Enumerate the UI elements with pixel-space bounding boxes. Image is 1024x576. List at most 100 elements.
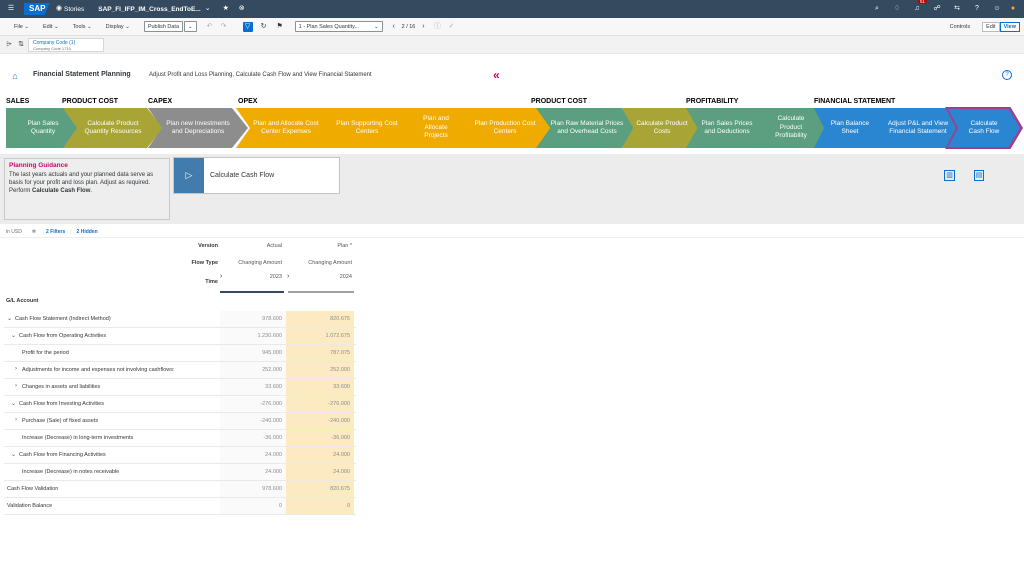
planning-guidance-panel: Planning Guidance The last years actuals… bbox=[4, 158, 170, 220]
guidance-text: The last years actuals and your planned … bbox=[9, 172, 154, 195]
process-flow: Plan Sales Quantity Calculate Product Qu… bbox=[0, 107, 1024, 150]
table-row[interactable]: Increase (Decrease) in notes receivable … bbox=[4, 464, 356, 481]
publish-dropdown-icon[interactable]: ⌄ bbox=[184, 21, 197, 32]
group-label-opex: OPEX bbox=[238, 98, 258, 105]
chevron-right-icon[interactable]: › bbox=[15, 383, 17, 389]
swap-icon[interactable]: ⇅ bbox=[16, 40, 26, 50]
flowtype-actual: Changing Amount bbox=[238, 260, 282, 266]
previous-page-icon[interactable]: ‹ bbox=[389, 22, 399, 32]
stories-icon: ◉ bbox=[55, 5, 63, 12]
lightbulb-icon[interactable]: ♢ bbox=[892, 4, 902, 14]
chevron-down-icon[interactable]: ⌄ bbox=[11, 400, 16, 407]
collapse-icon[interactable]: « bbox=[493, 68, 500, 82]
table-row[interactable]: › Purchase (Sale) of fixed assets -240.0… bbox=[4, 413, 356, 430]
assistant-icon[interactable]: ● bbox=[1008, 4, 1018, 14]
group-label-profitability: PROFITABILITY bbox=[686, 98, 739, 105]
display-menu[interactable]: Display ⌄ bbox=[106, 24, 130, 30]
notifications-button[interactable]: ♫ 51 bbox=[912, 0, 928, 14]
settings-icon[interactable]: ✻ bbox=[32, 229, 36, 235]
undo-icon[interactable]: ↶ bbox=[205, 22, 215, 32]
divider: | bbox=[70, 228, 72, 235]
step-plan-cost-center-expenses[interactable]: Plan and Allocate Cost Center Expenses bbox=[236, 108, 336, 148]
calculate-cash-flow-task[interactable]: ▷ Calculate Cash Flow bbox=[173, 157, 340, 194]
table-row[interactable]: ⌄ Cash Flow Statement (Indirect Method) … bbox=[4, 311, 356, 328]
publish-data-button[interactable]: Publish Data bbox=[143, 21, 183, 32]
group-label-capex: CAPEX bbox=[148, 98, 173, 105]
hidden-link[interactable]: 2 Hidden bbox=[77, 229, 98, 235]
page-counter: 2 / 16 bbox=[401, 23, 416, 30]
chevron-down-icon[interactable]: ⌄ bbox=[11, 451, 16, 458]
chevron-down-icon[interactable]: ⌄ bbox=[11, 332, 16, 339]
chart-icon[interactable]: ▥ bbox=[944, 170, 955, 181]
info-icon[interactable]: ⓘ bbox=[432, 22, 442, 32]
guidance-title: Planning Guidance bbox=[9, 162, 68, 169]
version-plan: Plan * bbox=[337, 243, 352, 249]
redo-icon[interactable]: ↷ bbox=[219, 22, 229, 32]
table-row[interactable]: Profit for the period 945.000 787.075 bbox=[4, 345, 356, 362]
stories-label[interactable]: Stories bbox=[64, 6, 84, 13]
check-icon[interactable]: ✓ bbox=[446, 22, 456, 32]
group-label-product-cost: PRODUCT COST bbox=[62, 98, 118, 105]
step-plan-supporting-cost-centers[interactable]: Plan Supporting Cost Centers bbox=[320, 108, 414, 148]
edit-mode-button[interactable]: Edit bbox=[982, 21, 1000, 32]
group-label-product-cost-2: PRODUCT COST bbox=[531, 98, 587, 105]
task-label: Calculate Cash Flow bbox=[210, 172, 275, 179]
view-mode-button[interactable]: View bbox=[999, 21, 1020, 32]
version-actual: Actual bbox=[266, 243, 282, 249]
step-plan-investments[interactable]: Plan new Investments and Depreciations bbox=[148, 108, 248, 148]
next-page-icon[interactable]: › bbox=[418, 22, 428, 32]
share-icon[interactable]: ⇆ bbox=[952, 4, 962, 14]
edit-menu[interactable]: Edit ⌄ bbox=[43, 24, 59, 30]
company-code-filter[interactable]: Company Code (1) Company Code 1710 bbox=[28, 38, 104, 52]
notification-badge: 51 bbox=[918, 0, 928, 4]
settings-circle-icon[interactable]: ⊗ bbox=[237, 4, 247, 14]
filters-link[interactable]: 2 Filters bbox=[46, 229, 65, 235]
group-label-sales: SALES bbox=[6, 98, 30, 105]
menu-icon[interactable]: ☰ bbox=[6, 4, 16, 14]
search-icon[interactable]: ⌕ bbox=[872, 4, 882, 14]
step-calculate-product-quantity[interactable]: Calculate Product Quantity Resources bbox=[63, 108, 163, 148]
star-icon[interactable]: ★ bbox=[221, 4, 231, 14]
currency-label: in USD bbox=[6, 228, 22, 235]
step-plan-production-cost-centers[interactable]: Plan Production Cost Centers bbox=[458, 108, 552, 148]
table-row[interactable]: Validation Balance 0 0 bbox=[4, 498, 356, 515]
process-group-labels: SALES PRODUCT COST CAPEX OPEX PRODUCT CO… bbox=[0, 96, 1024, 108]
toolbar: File ⌄ Edit ⌄ Tools ⌄ Display ⌄ Publish … bbox=[0, 18, 1024, 36]
table-row[interactable]: ⌄ Cash Flow from Operating Activities 1.… bbox=[4, 328, 356, 345]
table-row[interactable]: › Adjustments for income and expenses no… bbox=[4, 362, 356, 379]
bell-icon: ♫ bbox=[914, 5, 920, 12]
chevron-right-icon[interactable]: › bbox=[15, 417, 17, 423]
table-row[interactable]: › Changes in assets and liabilities 33.6… bbox=[4, 379, 356, 396]
filter-list-icon[interactable]: ⩥ bbox=[4, 40, 14, 50]
help-circle-icon[interactable]: ? bbox=[1002, 70, 1012, 80]
chevron-right-icon[interactable]: › bbox=[15, 366, 17, 372]
sap-logo[interactable]: SAP bbox=[24, 3, 50, 15]
table-row[interactable]: Increase (Decrease) in long-term investm… bbox=[4, 430, 356, 447]
time-plan: 2024 bbox=[339, 274, 352, 280]
report-icon[interactable]: ▤ bbox=[974, 170, 984, 181]
help-icon[interactable]: ? bbox=[972, 4, 982, 14]
file-menu[interactable]: File ⌄ bbox=[14, 24, 29, 30]
refresh-icon[interactable]: ↻ bbox=[259, 22, 269, 32]
step-plan-raw-material-prices[interactable]: Plan Raw Material Prices and Overhead Co… bbox=[536, 108, 638, 148]
home-icon[interactable]: ⌂ bbox=[10, 71, 20, 81]
version-header-row: Version Actual Plan * bbox=[4, 240, 356, 257]
step-calculate-cash-flow[interactable]: Calculate Cash Flow bbox=[948, 109, 1020, 147]
filter-toggle-icon[interactable]: ▽ bbox=[242, 21, 253, 32]
table-row[interactable]: ⌄ Cash Flow from Financing Activities 24… bbox=[4, 447, 356, 464]
controls-button[interactable]: Controls bbox=[950, 24, 970, 30]
tools-menu[interactable]: Tools ⌄ bbox=[73, 24, 92, 30]
chevron-down-icon[interactable]: ⌄ bbox=[203, 4, 213, 14]
chevron-down-icon[interactable]: ⌄ bbox=[7, 315, 12, 322]
table-row[interactable]: Cash Flow Validation 978.600 820.675 bbox=[4, 481, 356, 498]
table-row[interactable]: ⌄ Cash Flow from Investing Activities -2… bbox=[4, 396, 356, 413]
flowtype-header-row: Flow Type Changing Amount Changing Amoun… bbox=[4, 257, 356, 274]
page-title: Financial Statement Planning bbox=[33, 71, 131, 78]
bookmark-icon[interactable]: ⚑ bbox=[275, 22, 285, 32]
chat-icon[interactable]: ☍ bbox=[932, 4, 942, 14]
page-subtitle: Adjust Profit and Loss Planning, Calcula… bbox=[149, 72, 372, 78]
gl-account-header: G/L Account bbox=[6, 298, 39, 304]
play-icon[interactable]: ▷ bbox=[174, 158, 204, 193]
page-dropdown[interactable]: 1 - Plan Sales Quantity... ⌄ bbox=[294, 21, 383, 32]
user-icon[interactable]: ☺ bbox=[992, 4, 1002, 14]
